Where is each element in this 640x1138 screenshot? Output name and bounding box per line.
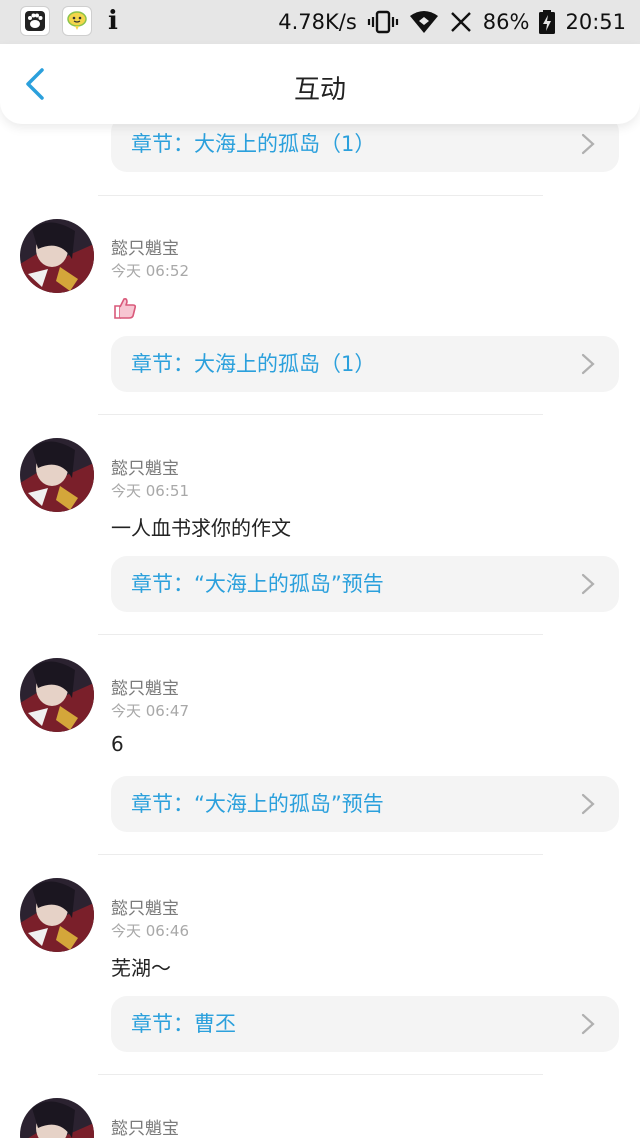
chapter-label: 章节：大海上的孤岛（1）	[131, 132, 376, 156]
chapter-label: 章节：“大海上的孤岛”预告	[131, 792, 384, 816]
comment-text: 6	[111, 732, 124, 756]
thumbs-up-icon	[114, 298, 137, 319]
baidu-paw-icon	[20, 6, 50, 36]
username: 懿只魈宝	[111, 899, 179, 919]
comment-text: 芜湖～	[111, 956, 171, 980]
chevron-right-icon	[581, 573, 595, 595]
clock: 20:51	[565, 10, 626, 34]
chapter-link[interactable]: 章节：大海上的孤岛（1）	[111, 336, 619, 392]
timestamp: 今天 06:46	[111, 922, 189, 940]
interaction-list[interactable]: 章节：大海上的孤岛（1） 懿只魈宝 今天 06:52 章节：大海上的孤岛（1）	[0, 124, 640, 1138]
divider	[98, 414, 543, 415]
chapter-link[interactable]: 章节：曹丕	[111, 996, 619, 1052]
comment-text: 一人血书求你的作文	[111, 516, 291, 540]
top-app-bar: 互动	[0, 44, 640, 124]
page-title: 互动	[293, 75, 346, 105]
no-signal-icon	[449, 10, 473, 34]
timestamp: 今天 06:47	[111, 702, 189, 720]
chapter-label: 章节：“大海上的孤岛”预告	[131, 572, 384, 596]
chapter-link[interactable]: 章节：“大海上的孤岛”预告	[111, 556, 619, 612]
chevron-right-icon	[581, 353, 595, 375]
avatar[interactable]	[20, 219, 94, 293]
network-speed: 4.78K/s	[278, 10, 357, 34]
battery-charging-icon	[539, 10, 556, 34]
info-icon: i	[108, 6, 118, 36]
username: 懿只魈宝	[111, 459, 179, 479]
divider	[98, 634, 543, 635]
chapter-label: 章节：曹丕	[131, 1012, 236, 1036]
chapter-link[interactable]: 章节：“大海上的孤岛”预告	[111, 776, 619, 832]
status-indicators: 4.78K/s 86% 20:51	[278, 0, 626, 44]
username: 懿只魈宝	[111, 1119, 179, 1138]
avatar[interactable]	[20, 438, 94, 512]
battery-percent: 86%	[482, 10, 530, 34]
avatar[interactable]	[20, 878, 94, 952]
username: 懿只魈宝	[111, 239, 179, 259]
avatar[interactable]	[20, 1098, 94, 1138]
chevron-right-icon	[581, 133, 595, 155]
chevron-right-icon	[581, 1013, 595, 1035]
divider	[98, 854, 543, 855]
avatar[interactable]	[20, 658, 94, 732]
divider	[98, 1074, 543, 1075]
divider	[98, 195, 543, 196]
wifi-icon	[409, 10, 439, 34]
chapter-link[interactable]: 章节：大海上的孤岛（1）	[111, 124, 619, 172]
status-bar: i 4.78K/s 86% 20:51	[0, 0, 640, 44]
timestamp: 今天 06:52	[111, 262, 189, 280]
chevron-right-icon	[581, 793, 595, 815]
timestamp: 今天 06:51	[111, 482, 189, 500]
chat-bubble-icon	[62, 6, 92, 36]
vibrate-icon	[367, 10, 399, 34]
username: 懿只魈宝	[111, 679, 179, 699]
notification-icons: i	[20, 6, 122, 36]
chapter-label: 章节：大海上的孤岛（1）	[131, 352, 376, 376]
